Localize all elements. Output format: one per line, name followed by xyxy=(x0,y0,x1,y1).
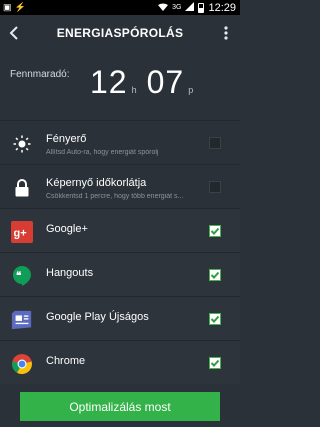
lock-icon xyxy=(11,177,33,199)
app-header: ENERGIASPÓROLÁS xyxy=(0,15,240,50)
network-type: 3G xyxy=(172,4,182,11)
list-item-label: Képernyő időkorlátja xyxy=(46,177,147,189)
wifi-icon xyxy=(158,3,169,13)
hangouts-checkbox[interactable] xyxy=(209,269,221,281)
newsstand-checkbox[interactable] xyxy=(209,313,221,325)
status-time: 12:29 xyxy=(208,1,236,14)
google-plus-icon: g+ xyxy=(11,221,33,243)
list-item-label: Chrome xyxy=(46,355,86,367)
remaining-hours: 12 xyxy=(90,64,128,100)
list-item-label: Hangouts xyxy=(46,267,94,279)
list-item-screen-timeout[interactable]: Képernyő időkorlátja Csökkentsd 1 percre… xyxy=(0,164,240,208)
list-item-label: Google+ xyxy=(46,223,88,235)
battery-icon xyxy=(198,2,205,13)
newsstand-icon xyxy=(11,309,33,331)
signal-icon xyxy=(185,2,195,13)
remaining-label: Fennmaradó: xyxy=(10,69,70,80)
brightness-checkbox[interactable] xyxy=(209,137,221,149)
remaining-minutes: 07 xyxy=(146,64,185,100)
list-item-hangouts[interactable]: ❝ Hangouts xyxy=(0,252,240,296)
list-item-newsstand[interactable]: Google Play Újságos xyxy=(0,296,240,340)
list-item-brightness[interactable]: Fényerő Állítsd Auto-ra, hogy energiát s… xyxy=(0,120,240,164)
optimization-list: Fényerő Állítsd Auto-ra, hogy energiát s… xyxy=(0,120,240,384)
hours-unit: h xyxy=(131,85,137,95)
chrome-icon xyxy=(11,353,33,375)
google-plus-checkbox[interactable] xyxy=(209,225,221,237)
remaining-time-panel: Fennmaradó: 12 h 07 p xyxy=(0,52,240,112)
list-item-sub: Állítsd Auto-ra, hogy energiát spórolj xyxy=(46,149,159,156)
more-vert-icon[interactable] xyxy=(212,15,240,50)
remaining-time: 12 h 07 p xyxy=(90,64,203,101)
back-arrow-icon[interactable] xyxy=(0,15,28,50)
minutes-unit: p xyxy=(188,85,194,95)
svg-text:g+: g+ xyxy=(14,228,27,240)
status-bar: ▣ ⚡ 3G 12:29 xyxy=(0,0,240,15)
svg-text:❝: ❝ xyxy=(16,271,22,282)
usb-icon: ⚡ xyxy=(14,2,26,12)
notification-icon: ▣ xyxy=(3,2,12,12)
screen-timeout-checkbox[interactable] xyxy=(209,181,221,193)
list-item-label: Google Play Újságos xyxy=(46,311,149,323)
list-item-chrome[interactable]: Chrome xyxy=(0,340,240,384)
list-item-label: Fényerő xyxy=(46,133,87,145)
chrome-checkbox[interactable] xyxy=(209,357,221,369)
brightness-icon xyxy=(11,133,33,155)
list-item-sub: Csökkentsd 1 percre, hogy több energiát … xyxy=(46,193,184,200)
hangouts-icon: ❝ xyxy=(11,265,33,287)
optimize-now-button[interactable]: Optimalizálás most xyxy=(20,392,220,421)
page-title: ENERGIASPÓROLÁS xyxy=(56,25,184,40)
list-item-google-plus[interactable]: g+ Google+ xyxy=(0,208,240,252)
